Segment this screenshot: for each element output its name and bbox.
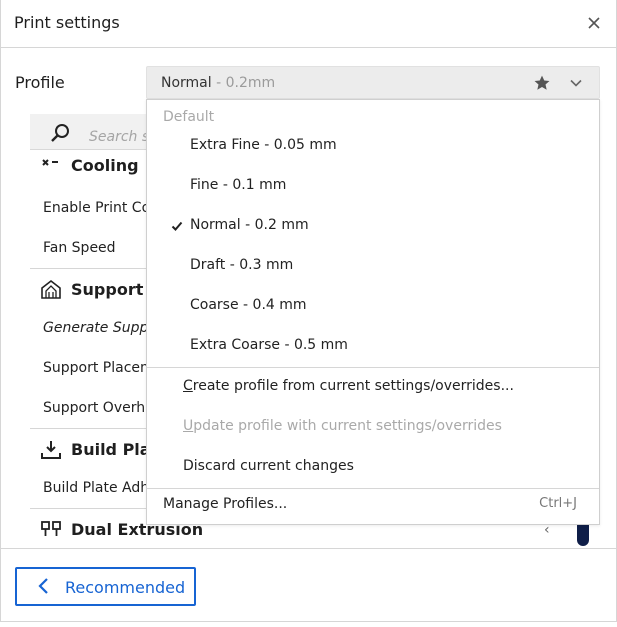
build-plate-icon [41, 441, 61, 459]
resize-grip-icon[interactable] [298, 622, 318, 627]
profile-select[interactable]: Normal - 0.2mm [146, 66, 600, 99]
star-icon[interactable] [533, 74, 551, 92]
profile-option-label: Extra Fine - 0.05 mm [190, 137, 337, 153]
manage-profiles-shortcut: Ctrl+J [539, 496, 577, 511]
recommended-button[interactable]: Recommended [15, 567, 196, 606]
dropdown-section-default: Default [163, 109, 215, 125]
dropdown-divider [147, 367, 599, 368]
dual-extrusion-icon [41, 521, 61, 536]
profile-option-label: Fine - 0.1 mm [190, 177, 287, 193]
profile-option-label: Coarse - 0.4 mm [190, 297, 307, 313]
manage-profiles-item[interactable]: Manage Profiles... [163, 496, 287, 512]
profile-option[interactable]: Extra Fine - 0.05 mm [147, 127, 599, 167]
setting-fan-speed[interactable]: Fan Speed [43, 240, 116, 256]
profile-option-label: Extra Coarse - 0.5 mm [190, 337, 348, 353]
print-settings-panel: Print settings Profile Normal - 0.2mm Se… [0, 0, 617, 627]
profile-selected-name: Normal [161, 75, 212, 91]
panel-header: Print settings [0, 0, 617, 48]
update-profile-mnemonic: U [183, 418, 194, 434]
close-icon [588, 17, 600, 29]
checkmark-icon [171, 221, 183, 231]
create-profile-item[interactable]: Create profile from current settings/ove… [183, 378, 514, 394]
close-button[interactable] [583, 12, 605, 34]
category-cooling-label: Cooling [71, 156, 139, 175]
profile-option-label: Draft - 0.3 mm [190, 257, 294, 273]
update-profile-item: Update profile with current settings/ove… [183, 418, 502, 434]
create-profile-mnemonic: C [183, 378, 193, 394]
profile-option-label: Normal - 0.2 mm [190, 217, 309, 233]
support-icon [41, 279, 61, 299]
recommended-label: Recommended [65, 578, 186, 597]
search-icon [51, 124, 69, 142]
category-support-label: Support [71, 280, 144, 299]
profile-option[interactable]: Draft - 0.3 mm [147, 247, 599, 287]
update-profile-label: pdate profile with current settings/over… [193, 418, 502, 434]
profile-option[interactable]: Extra Coarse - 0.5 mm [147, 327, 599, 367]
profile-option[interactable]: Fine - 0.1 mm [147, 167, 599, 207]
setting-enable-print-cooling[interactable]: Enable Print Coo [43, 200, 159, 216]
setting-support-overhang[interactable]: Support Overha [43, 400, 154, 416]
profile-selected-layer: - 0.2mm [211, 75, 276, 91]
create-profile-label: reate profile from current settings/over… [192, 378, 514, 394]
profile-option[interactable]: Coarse - 0.4 mm [147, 287, 599, 327]
setting-generate-support[interactable]: Generate Suppor [43, 320, 163, 336]
profile-label: Profile [15, 73, 65, 92]
setting-build-plate-adhesion[interactable]: Build Plate Adhe [43, 480, 158, 496]
profile-option-selected[interactable]: Normal - 0.2 mm [147, 207, 599, 247]
setting-support-placement[interactable]: Support Placem [43, 360, 154, 376]
chevron-down-icon[interactable] [568, 75, 584, 91]
panel-title: Print settings [14, 13, 120, 32]
discard-changes-item[interactable]: Discard current changes [183, 458, 354, 474]
chevron-left-icon [38, 578, 48, 594]
cooling-icon [42, 159, 58, 166]
profile-dropdown: Default Extra Fine - 0.05 mm Fine - 0.1 … [146, 99, 600, 525]
footer-divider [0, 548, 617, 549]
profile-selected-value: Normal - 0.2mm [161, 75, 275, 91]
dropdown-divider [147, 488, 599, 489]
